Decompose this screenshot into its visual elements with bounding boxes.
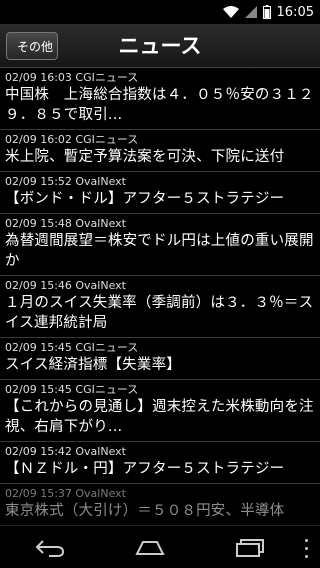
news-headline: １月のスイス失業率（季調前）は３．３％＝スイス連邦統計局 [5, 295, 314, 331]
nav-recents-button[interactable] [220, 528, 280, 568]
back-arrow-icon [35, 540, 65, 557]
status-bar: 16:05 [0, 0, 320, 24]
news-headline: 東京株式（大引け）＝５０８円安、半導体 [5, 503, 285, 519]
news-item[interactable]: 02/09 15:37 OvalNext 東京株式（大引け）＝５０８円安、半導体 [0, 484, 320, 526]
news-item[interactable]: 02/09 15:42 OvalNext 【ＮＺドル・円】アフター５ストラテジー [0, 442, 320, 484]
app-header: その他 ニュース [0, 24, 320, 68]
back-button[interactable]: その他 [6, 32, 58, 60]
news-item[interactable]: 02/09 16:02 CGIニュース 米上院、暫定予算法案を可決、下院に送付 [0, 130, 320, 172]
news-meta: 02/09 15:48 OvalNext [5, 217, 126, 230]
overflow-menu-icon[interactable] [302, 536, 310, 560]
nav-home-button[interactable] [120, 528, 180, 568]
news-headline: 【これからの見通し】週末控えた米株動向を注視、右肩下がり... [5, 399, 314, 435]
news-item[interactable]: 02/09 15:45 CGIニュース スイス経済指標【失業率】 [0, 338, 320, 380]
news-item[interactable]: 02/09 16:03 CGIニュース 中国株 上海総合指数は４．０５％安の３１… [0, 68, 320, 130]
news-meta: 02/09 15:45 CGIニュース [5, 341, 139, 354]
news-item[interactable]: 02/09 15:52 OvalNext 【ボンド・ドル】アフター５ストラテジー [0, 172, 320, 214]
recent-apps-icon [236, 539, 264, 557]
news-item[interactable]: 02/09 15:46 OvalNext １月のスイス失業率（季調前）は３．３％… [0, 276, 320, 338]
battery-icon [262, 5, 271, 19]
news-meta: 02/09 16:02 CGIニュース [5, 133, 139, 146]
wifi-icon [222, 6, 239, 18]
news-headline: スイス経済指標【失業率】 [5, 357, 181, 373]
news-headline: 為替週間展望＝株安でドル円は上値の重い展開か [5, 233, 314, 269]
news-item[interactable]: 02/09 15:45 CGIニュース 【これからの見通し】週末控えた米株動向を… [0, 380, 320, 442]
news-meta: 02/09 15:46 OvalNext [5, 279, 126, 292]
news-meta: 02/09 15:42 OvalNext [5, 445, 126, 458]
news-meta: 02/09 16:03 CGIニュース [5, 71, 139, 84]
home-icon [135, 541, 165, 555]
news-item[interactable]: 02/09 15:48 OvalNext 為替週間展望＝株安でドル円は上値の重い… [0, 214, 320, 276]
signal-icon [244, 6, 257, 18]
news-meta: 02/09 15:45 CGIニュース [5, 383, 139, 396]
news-list[interactable]: 02/09 16:03 CGIニュース 中国株 上海総合指数は４．０５％安の３１… [0, 68, 320, 528]
news-meta: 02/09 15:52 OvalNext [5, 175, 126, 188]
status-time: 16:05 [276, 4, 314, 20]
news-headline: 米上院、暫定予算法案を可決、下院に送付 [5, 149, 285, 165]
news-headline: 中国株 上海総合指数は４．０５％安の３１２９．８５で取引... [5, 87, 314, 123]
news-headline: 【ＮＺドル・円】アフター５ストラテジー [5, 461, 285, 477]
news-meta: 02/09 15:37 OvalNext [5, 487, 126, 500]
nav-back-button[interactable] [20, 528, 80, 568]
news-headline: 【ボンド・ドル】アフター５ストラテジー [5, 191, 285, 207]
nav-bar [0, 528, 320, 568]
